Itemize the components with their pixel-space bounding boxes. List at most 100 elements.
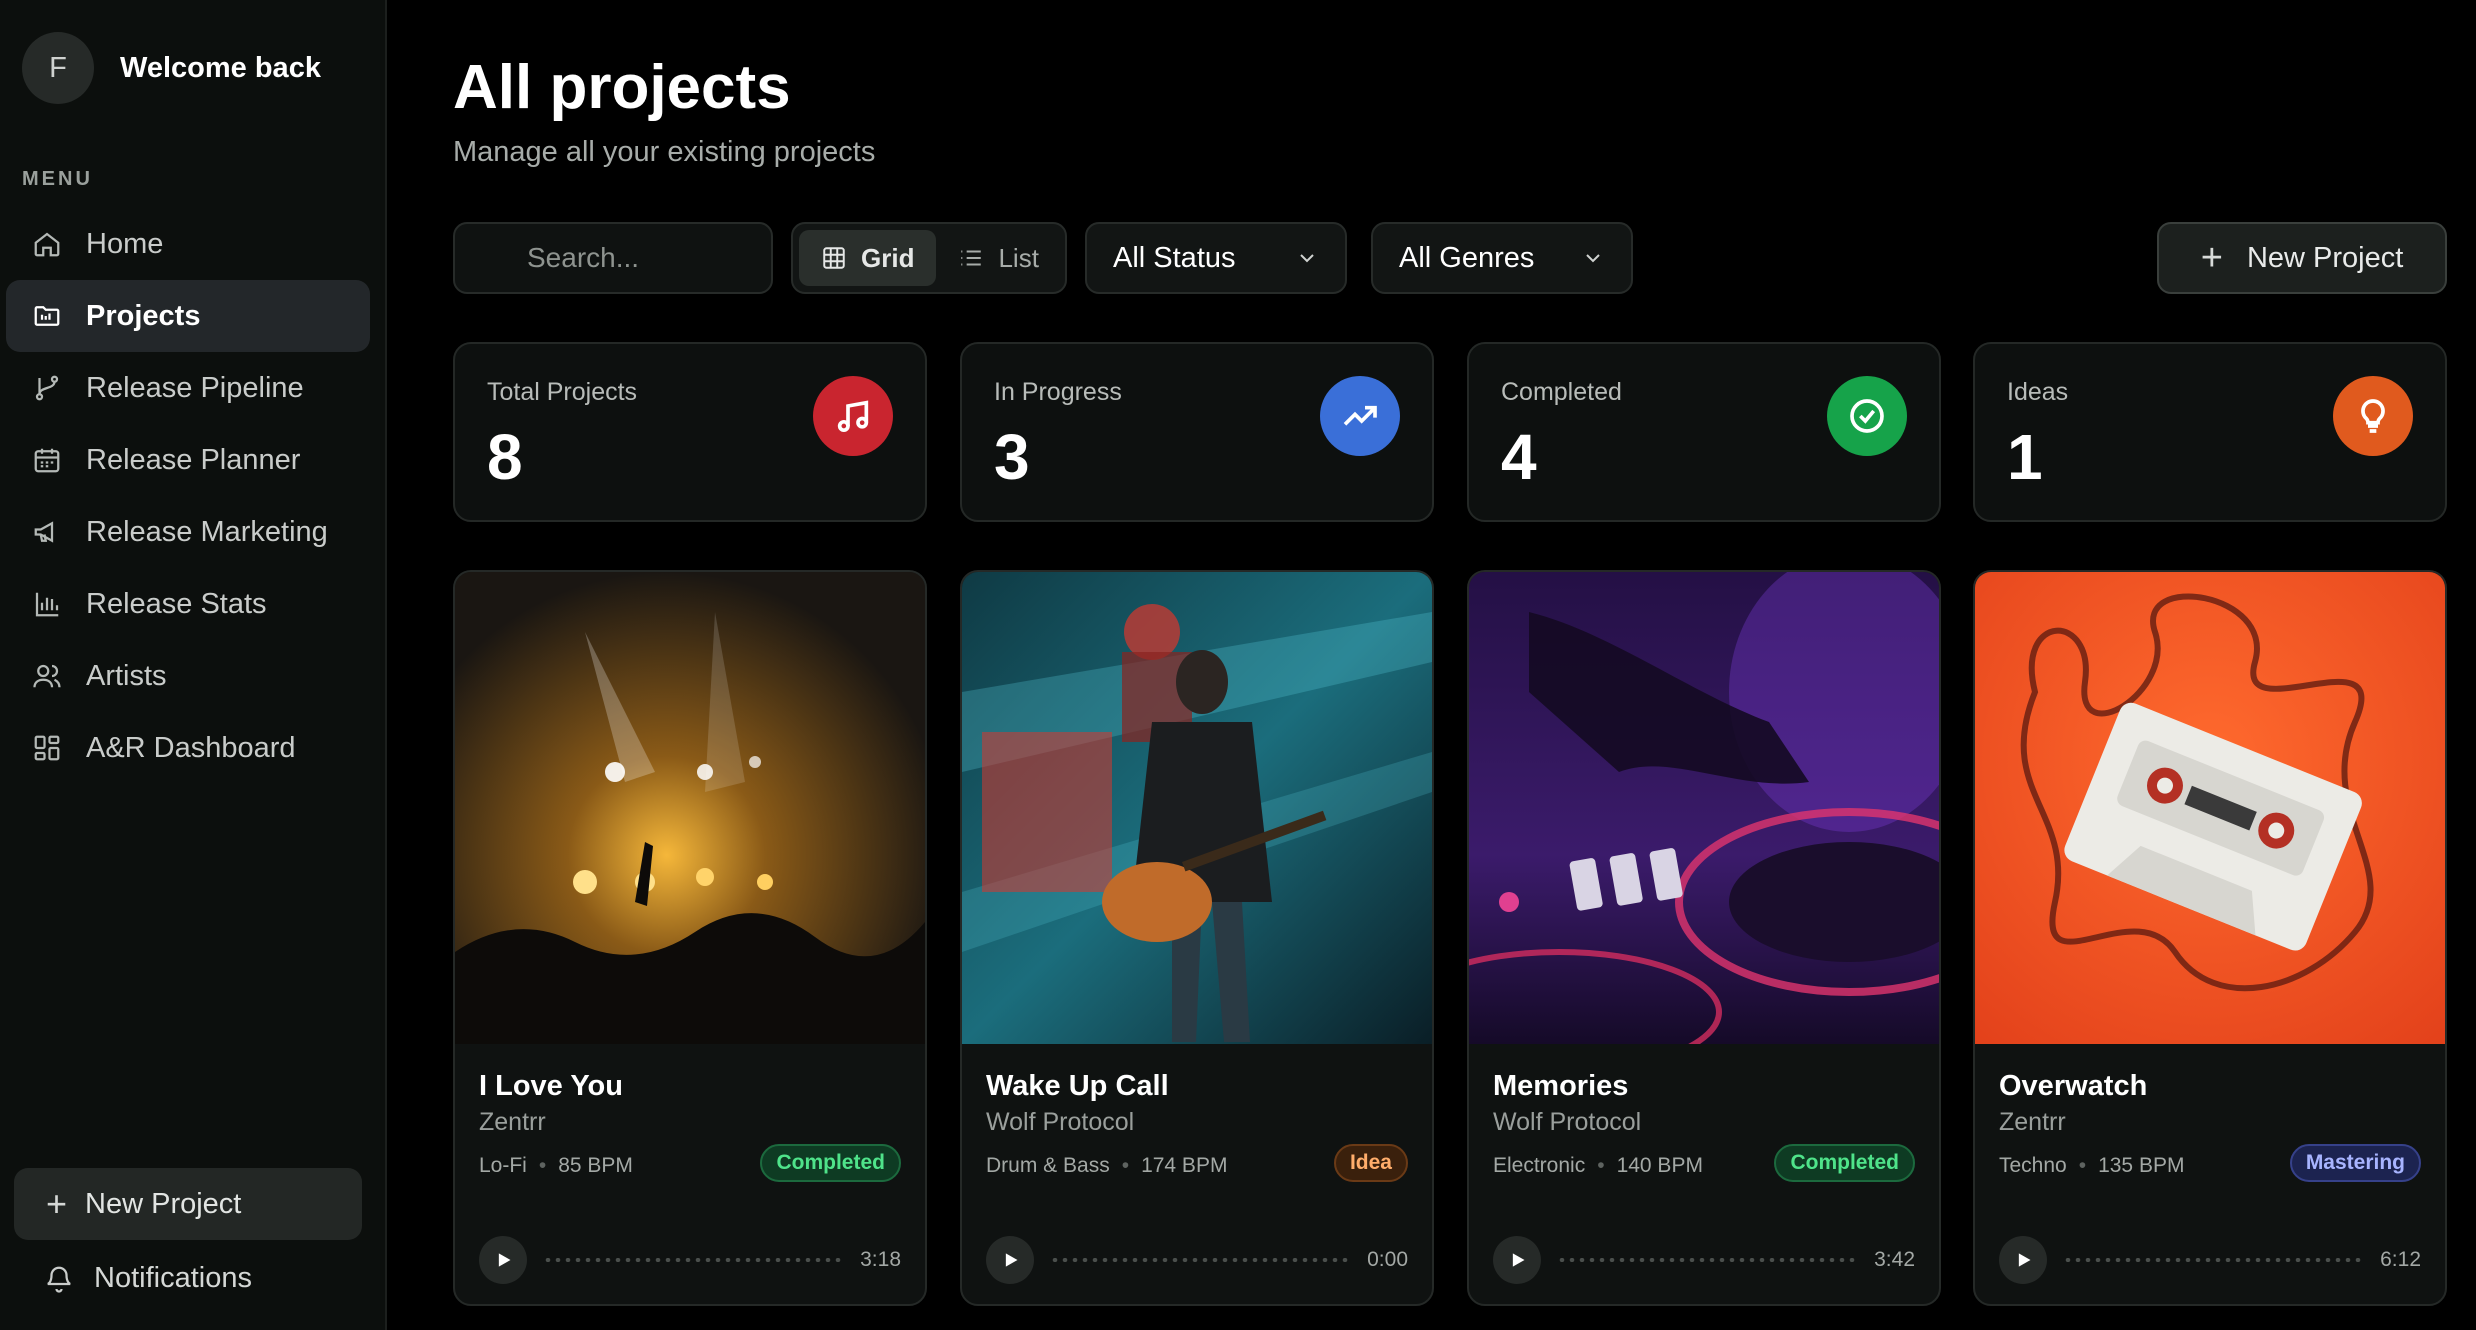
user-profile[interactable]: F Welcome back xyxy=(22,32,321,104)
project-card[interactable]: Wake Up Call Wolf Protocol Drum & Bass •… xyxy=(960,570,1434,1306)
grid-view-button[interactable]: Grid xyxy=(799,230,937,286)
page-title: All projects xyxy=(453,53,791,122)
sidebar-item-release-pipeline[interactable]: Release Pipeline xyxy=(6,352,370,424)
status-filter-select[interactable]: All Status xyxy=(1085,222,1347,294)
home-icon xyxy=(30,227,64,261)
sidebar-item-artists[interactable]: Artists xyxy=(6,640,370,712)
separator-dot: • xyxy=(2078,1154,2087,1177)
music-note-icon xyxy=(813,376,893,456)
project-card[interactable]: I Love You Zentrr Lo-Fi • 85 BPM Complet… xyxy=(453,570,927,1306)
project-artist: Wolf Protocol xyxy=(986,1108,1135,1136)
waveform-scrubber[interactable] xyxy=(2063,1258,2365,1262)
project-artist: Wolf Protocol xyxy=(1493,1108,1642,1136)
bell-icon xyxy=(47,1266,71,1293)
track-duration: 3:18 xyxy=(860,1248,901,1271)
main-content: All projects Manage all your existing pr… xyxy=(387,0,2476,1330)
page-subtitle: Manage all your existing projects xyxy=(453,136,876,168)
git-branch-icon xyxy=(30,371,64,405)
project-artist: Zentrr xyxy=(1999,1108,2066,1136)
status-badge: Completed xyxy=(1774,1144,1915,1182)
plus-icon: + xyxy=(46,1183,68,1224)
new-project-button[interactable]: + New Project xyxy=(2157,222,2447,294)
welcome-text: Welcome back xyxy=(120,51,321,84)
waveform-scrubber[interactable] xyxy=(1050,1258,1352,1262)
project-title: I Love You xyxy=(479,1070,623,1102)
grid-icon xyxy=(823,247,845,269)
status-badge: Idea xyxy=(1333,1144,1408,1182)
sidebar-item-release-stats[interactable]: Release Stats xyxy=(6,568,370,640)
stat-card-in-progress: In Progress 3 xyxy=(960,342,1434,522)
stat-label: In Progress xyxy=(994,378,1122,406)
waveform-scrubber[interactable] xyxy=(1557,1258,1859,1262)
track-duration: 0:00 xyxy=(1367,1248,1408,1271)
sidebar-item-label: Release Pipeline xyxy=(86,371,304,404)
list-view-button[interactable]: List xyxy=(936,230,1060,286)
status-badge: Mastering xyxy=(2289,1144,2421,1182)
sidebar-new-project-label: New Project xyxy=(85,1187,242,1220)
sidebar-nav: Home Projects Release Pipeline Release P… xyxy=(6,208,370,784)
audio-player: 3:18 xyxy=(479,1236,901,1284)
folder-icon xyxy=(30,299,64,333)
menu-label: MENU xyxy=(22,168,93,190)
project-meta: Techno • 135 BPM xyxy=(1999,1154,2184,1178)
dashboard-icon xyxy=(30,731,64,765)
stat-value: 8 xyxy=(487,421,523,493)
project-cover-image xyxy=(1975,572,2445,1044)
notifications-button[interactable]: Notifications xyxy=(44,1262,252,1295)
separator-dot: • xyxy=(1597,1154,1605,1177)
grid-view-label: Grid xyxy=(861,242,915,273)
sidebar-item-home[interactable]: Home xyxy=(6,208,370,280)
new-project-label: New Project xyxy=(2246,241,2404,274)
sidebar-item-ar-dashboard[interactable]: A&R Dashboard xyxy=(6,712,370,784)
project-bpm: 85 BPM xyxy=(558,1154,633,1177)
check-circle-icon xyxy=(1827,376,1907,456)
sidebar-new-project-button[interactable]: + New Project xyxy=(14,1168,362,1240)
project-genre: Drum & Bass xyxy=(986,1154,1110,1177)
play-icon xyxy=(2018,1253,2031,1267)
project-grid: I Love You Zentrr Lo-Fi • 85 BPM Complet… xyxy=(453,570,2447,1306)
sidebar-item-label: Projects xyxy=(86,299,201,332)
stat-value: 4 xyxy=(1501,421,1537,493)
trending-up-icon xyxy=(1320,376,1400,456)
genre-filter-select[interactable]: All Genres xyxy=(1371,222,1633,294)
megaphone-icon xyxy=(30,515,64,549)
chevron-down-icon xyxy=(1586,254,1600,263)
sidebar-item-label: A&R Dashboard xyxy=(86,731,296,764)
project-genre: Techno xyxy=(1999,1154,2067,1177)
play-icon xyxy=(498,1253,511,1267)
play-button[interactable] xyxy=(1999,1236,2047,1284)
project-card[interactable]: Memories Wolf Protocol Electronic • 140 … xyxy=(1467,570,1941,1306)
project-meta: Lo-Fi • 85 BPM xyxy=(479,1154,633,1178)
lightbulb-icon xyxy=(2333,376,2413,456)
stat-card-ideas: Ideas 1 xyxy=(1973,342,2447,522)
status-badge: Completed xyxy=(760,1144,901,1182)
view-toggle: Grid List xyxy=(791,222,1067,294)
stat-value: 3 xyxy=(994,421,1030,493)
separator-dot: • xyxy=(538,1154,547,1177)
audio-player: 0:00 xyxy=(986,1236,1408,1284)
project-meta: Electronic • 140 BPM xyxy=(1493,1154,1703,1178)
project-artist: Zentrr xyxy=(479,1108,546,1136)
play-button[interactable] xyxy=(479,1236,527,1284)
sidebar-item-label: Artists xyxy=(86,659,167,692)
sidebar-item-release-planner[interactable]: Release Planner xyxy=(6,424,370,496)
play-button[interactable] xyxy=(986,1236,1034,1284)
play-button[interactable] xyxy=(1493,1236,1541,1284)
sidebar-item-label: Release Planner xyxy=(86,443,301,476)
project-meta: Drum & Bass • 174 BPM xyxy=(986,1154,1227,1178)
sidebar-item-label: Home xyxy=(86,227,164,260)
search-input[interactable] xyxy=(453,222,773,294)
calendar-icon xyxy=(30,443,64,477)
avatar[interactable]: F xyxy=(22,32,94,104)
stat-label: Total Projects xyxy=(487,378,638,406)
sidebar-item-projects[interactable]: Projects xyxy=(6,280,370,352)
play-icon xyxy=(1512,1253,1525,1267)
separator-dot: • xyxy=(1121,1154,1130,1177)
stat-card-total: Total Projects 8 xyxy=(453,342,927,522)
sidebar-item-release-marketing[interactable]: Release Marketing xyxy=(6,496,370,568)
waveform-scrubber[interactable] xyxy=(543,1258,845,1262)
stat-label: Ideas xyxy=(2007,378,2069,406)
project-card[interactable]: Overwatch Zentrr Techno • 135 BPM Master… xyxy=(1973,570,2447,1306)
genre-filter-value: All Genres xyxy=(1399,241,1535,274)
project-cover-image xyxy=(455,572,925,1044)
